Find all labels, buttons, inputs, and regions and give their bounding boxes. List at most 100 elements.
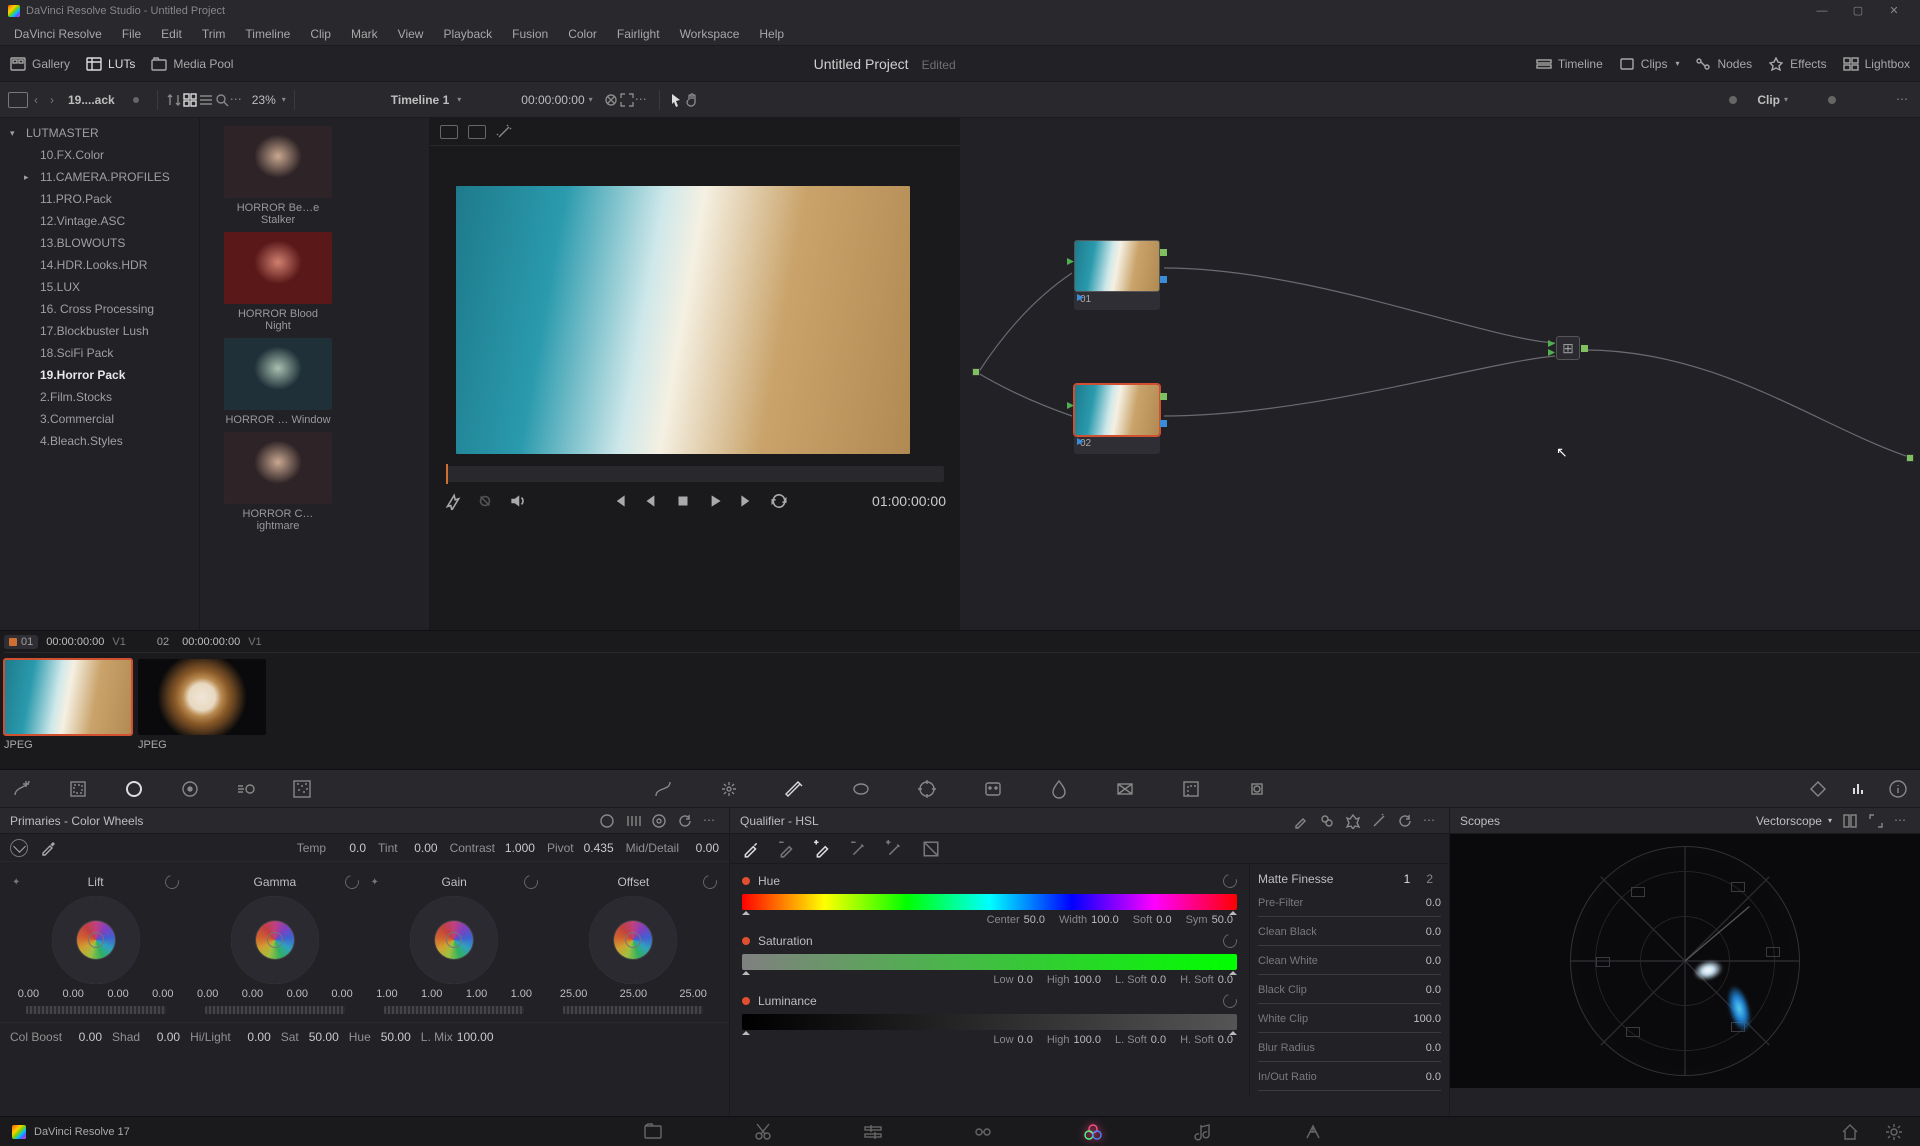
nodes-button[interactable]: Nodes <box>1695 57 1752 71</box>
menu-color[interactable]: Color <box>558 27 607 41</box>
mute-icon[interactable] <box>508 492 526 510</box>
tint-value[interactable]: 0.00 <box>402 841 438 855</box>
nav-fwd-icon[interactable]: › <box>44 93 60 107</box>
sat-hsoft-value[interactable]: 0.0 <box>1218 974 1233 986</box>
hue-sym-value[interactable]: 50.0 <box>1212 914 1233 926</box>
blur-icon[interactable] <box>1049 779 1069 799</box>
breadcrumb[interactable]: 19....ack <box>60 93 123 107</box>
menu-edit[interactable]: Edit <box>151 27 192 41</box>
lut-folder[interactable]: 4.Bleach.Styles <box>0 430 199 452</box>
wand-icon[interactable] <box>496 124 512 140</box>
scope-type[interactable]: Vectorscope <box>1756 814 1822 828</box>
search-icon[interactable] <box>214 92 230 108</box>
lum-high-value[interactable]: 100.0 <box>1073 1034 1101 1046</box>
clip-thumbnail-1[interactable]: JPEG <box>4 659 132 751</box>
gain-jog[interactable] <box>384 1006 524 1014</box>
sat-high-value[interactable]: 100.0 <box>1073 974 1101 986</box>
menu-mark[interactable]: Mark <box>341 27 388 41</box>
bars-mode-icon[interactable] <box>625 813 641 829</box>
wheels-mode-icon[interactable] <box>599 813 615 829</box>
hue-width-value[interactable]: 100.0 <box>1091 914 1119 926</box>
play-icon[interactable] <box>706 492 724 510</box>
viewer-image[interactable] <box>456 186 910 454</box>
3d-icon[interactable] <box>1247 779 1267 799</box>
deliver-page-icon[interactable] <box>1303 1122 1323 1142</box>
menu-timeline[interactable]: Timeline <box>235 27 300 41</box>
timeline-name[interactable]: Timeline 1 <box>383 93 457 107</box>
info-icon[interactable] <box>1888 779 1908 799</box>
nav-back-icon[interactable]: ‹ <box>28 93 44 107</box>
more-icon[interactable]: ⋯ <box>230 92 246 108</box>
rgb-mixer-icon[interactable] <box>180 779 200 799</box>
lut-folder[interactable]: 15.LUX <box>0 276 199 298</box>
reset-all-icon[interactable] <box>677 813 693 829</box>
sat-lsoft-value[interactable]: 0.0 <box>1151 974 1166 986</box>
hue-slider[interactable] <box>742 894 1237 910</box>
menu-help[interactable]: Help <box>749 27 794 41</box>
list-view-icon[interactable] <box>198 92 214 108</box>
zoom-level[interactable]: 23% <box>246 93 282 107</box>
blackclip-value[interactable]: 0.0 <box>1405 984 1441 996</box>
reset-icon[interactable] <box>1220 991 1239 1010</box>
lut-folder[interactable]: 3.Commercial <box>0 408 199 430</box>
qual-invert-icon[interactable] <box>1345 813 1361 829</box>
lut-folder-root[interactable]: LUTMASTER <box>0 122 199 144</box>
sort-icon[interactable] <box>166 92 182 108</box>
sat-low-value[interactable]: 0.0 <box>1018 974 1033 986</box>
picker-icon[interactable] <box>40 840 56 856</box>
invert-icon[interactable] <box>922 840 940 858</box>
lut-folder[interactable]: 18.SciFi Pack <box>0 342 199 364</box>
lmix-value[interactable]: 100.00 <box>457 1030 494 1044</box>
window-icon[interactable] <box>851 779 871 799</box>
gamma-wheel[interactable]: Gamma 0.000.000.000.00 <box>185 870 364 1014</box>
offset-wheel[interactable]: Offset 25.0025.0025.00 <box>544 870 723 1014</box>
menu-workspace[interactable]: Workspace <box>670 27 750 41</box>
timecode-small[interactable]: 00:00:00:00 <box>521 93 584 107</box>
sat-value[interactable]: 50.00 <box>303 1030 339 1044</box>
curves-add-icon[interactable] <box>12 779 32 799</box>
qual-wand-icon[interactable] <box>1371 813 1387 829</box>
viewer-mode-2-icon[interactable] <box>468 125 486 139</box>
keyframe-icon[interactable] <box>1808 779 1828 799</box>
reset-icon[interactable] <box>163 872 182 891</box>
stop-icon[interactable] <box>674 492 692 510</box>
gallery-button[interactable]: Gallery <box>10 57 70 71</box>
settings-icon[interactable] <box>1884 1122 1904 1142</box>
node-output[interactable] <box>1906 454 1914 462</box>
viewer-scrubber[interactable] <box>446 466 944 482</box>
more-icon[interactable]: ⋯ <box>1894 813 1910 829</box>
shad-value[interactable]: 0.00 <box>144 1030 180 1044</box>
clip-header-2[interactable]: 02 <box>152 635 174 649</box>
fairlight-page-icon[interactable] <box>1193 1122 1213 1142</box>
feather-plus-icon[interactable] <box>886 840 904 858</box>
pivot-value[interactable]: 0.435 <box>578 841 614 855</box>
lut-thumbnail[interactable]: HORROR Be…e Stalker <box>224 126 429 226</box>
node-02[interactable]: 02 <box>1074 384 1160 454</box>
scopes-icon[interactable] <box>1848 779 1868 799</box>
eyedropper-minus-icon[interactable] <box>778 840 796 858</box>
color-wheels-icon[interactable] <box>124 779 144 799</box>
lut-folder[interactable]: 13.BLOWOUTS <box>0 232 199 254</box>
menu-file[interactable]: File <box>112 27 151 41</box>
lut-thumbnail[interactable]: HORROR … Window <box>224 338 429 426</box>
more-icon[interactable]: ⋯ <box>1423 813 1439 829</box>
magic-mask-icon[interactable] <box>983 779 1003 799</box>
sizing2-icon[interactable] <box>1181 779 1201 799</box>
reference-icon[interactable] <box>603 92 619 108</box>
fusion-page-icon[interactable] <box>973 1122 993 1142</box>
scope-expand-icon[interactable] <box>1868 813 1884 829</box>
hand-icon[interactable] <box>684 92 700 108</box>
lut-folder-selected[interactable]: 19.Horror Pack <box>0 364 199 386</box>
close-button[interactable]: ✕ <box>1876 1 1912 21</box>
lum-low-value[interactable]: 0.0 <box>1018 1034 1033 1046</box>
viewer-mode-1-icon[interactable] <box>440 125 458 139</box>
goto-end-icon[interactable] <box>738 492 756 510</box>
offset-jog[interactable] <box>563 1006 703 1014</box>
clip-header-1[interactable]: 01 <box>4 635 38 649</box>
qual-mode-icon[interactable] <box>1319 813 1335 829</box>
cleanwhite-value[interactable]: 0.0 <box>1405 955 1441 967</box>
reset-icon[interactable] <box>1220 931 1239 950</box>
luts-button[interactable]: LUTs <box>86 57 135 71</box>
cleanblack-value[interactable]: 0.0 <box>1405 926 1441 938</box>
reset-icon[interactable] <box>1220 871 1239 890</box>
